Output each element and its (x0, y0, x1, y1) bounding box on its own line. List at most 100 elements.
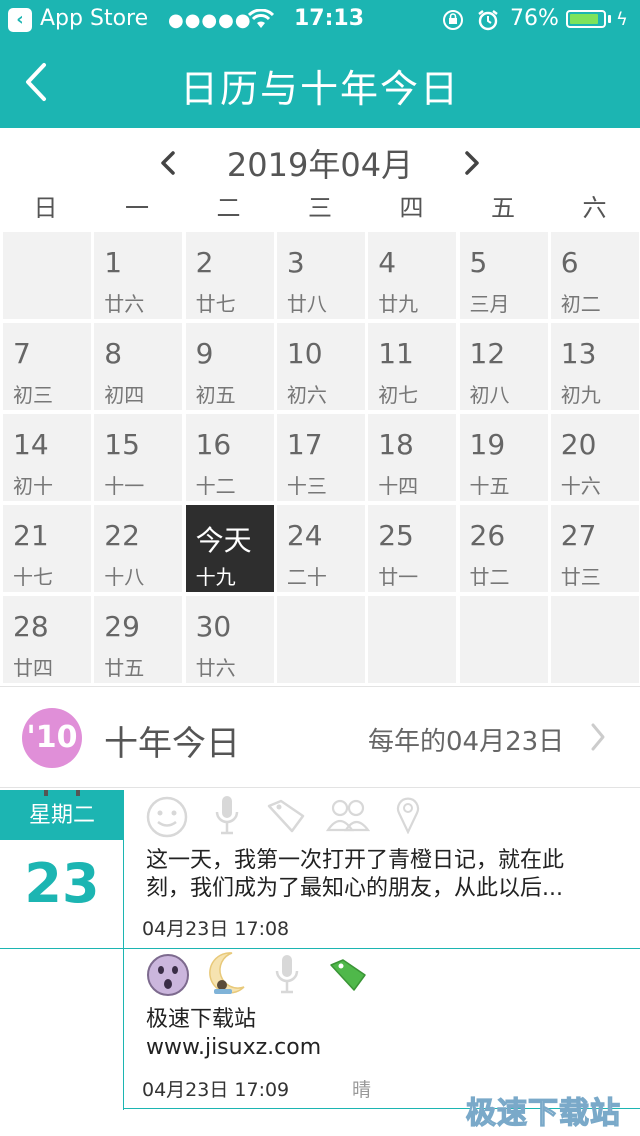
lunar-date-label: 十六 (560, 474, 601, 498)
entry-text-line: 极速下载站 (146, 1007, 257, 1032)
alarm-icon (478, 10, 498, 31)
calendar-day[interactable]: 6 初二 (550, 232, 639, 319)
wifi-icon (248, 9, 274, 28)
calendar-day[interactable]: 20 十六 (550, 414, 639, 501)
calendar-day[interactable]: 10 初六 (276, 323, 365, 410)
calendar-day[interactable]: 5 三月 (459, 232, 548, 319)
calendar-day[interactable]: 9 初五 (185, 323, 274, 410)
day-number-label: 16 (195, 428, 232, 461)
page-title: 日历与十年今日 (179, 67, 460, 111)
lunar-date-label: 廿六 (104, 292, 145, 316)
day-number-label: 14 (13, 428, 49, 461)
lunar-date-label: 十三 (286, 474, 327, 498)
calendar-day[interactable]: 11 初七 (368, 323, 457, 410)
calendar-day-today[interactable]: 今天 十九 (185, 505, 274, 592)
day-number-label: 5 (469, 246, 488, 279)
day-number-label: 24 (286, 519, 323, 552)
mood-surprised-icon[interactable] (146, 953, 190, 997)
day-number-label: 10 (286, 337, 323, 370)
people-icon[interactable] (326, 798, 370, 832)
calendar-day[interactable]: 28 廿四 (3, 596, 91, 683)
calendar-day[interactable]: 8 初四 (94, 323, 183, 410)
calendar-empty-cell (368, 596, 457, 683)
calendar-day[interactable]: 21 十七 (3, 505, 91, 592)
calendar-empty-cell (550, 596, 639, 683)
calendar-day[interactable]: 19 十五 (459, 414, 548, 501)
weekday-label: 二 (216, 194, 241, 222)
lunar-date-label: 廿七 (195, 292, 236, 316)
location-pin-icon[interactable] (396, 796, 420, 834)
entry-timestamp: 04月23日 17:08 (142, 918, 290, 940)
binder-ring (76, 790, 80, 796)
diary-entry[interactable]: 极速下载站 www.jisuxz.com 04月23日 17:09 晴 (124, 949, 640, 1107)
day-number-label: 28 (13, 610, 49, 643)
lunar-date-label: 廿一 (378, 565, 419, 589)
lunar-date-label: 初四 (104, 383, 145, 407)
lunar-date-label: 廿九 (378, 292, 419, 316)
calendar-day[interactable]: 7 初三 (3, 323, 91, 410)
calendar-day[interactable]: 29 廿五 (94, 596, 183, 683)
clock-time: 17:13 (294, 6, 365, 31)
microphone-icon[interactable] (214, 794, 240, 836)
ten-years-title[interactable]: 十年今日 (104, 716, 240, 765)
day-number-label: 22 (104, 519, 140, 552)
signal-icon: ●●●●● (168, 10, 252, 31)
weekday-label: 一 (125, 194, 149, 222)
day-number-label: 20 (560, 428, 597, 461)
calendar-day[interactable]: 16 十二 (185, 414, 274, 501)
calendar-day[interactable]: 14 初十 (3, 414, 91, 501)
moon-sleep-icon[interactable] (208, 951, 248, 997)
calendar-day[interactable]: 30 廿六 (185, 596, 274, 683)
tag-green-icon[interactable] (328, 957, 368, 993)
chevron-right-icon[interactable] (588, 722, 608, 752)
tag-icon[interactable] (266, 798, 306, 834)
calendar-day[interactable]: 12 初八 (459, 323, 548, 410)
status-bar: ‹ App Store ●●●●● 17:13 76% ϟ (0, 0, 640, 40)
lunar-date-label: 三月 (469, 292, 510, 316)
calendar-day[interactable]: 3 廿八 (276, 232, 365, 319)
calendar-day[interactable]: 4 廿九 (368, 232, 457, 319)
back-to-app-icon[interactable]: ‹ (8, 8, 32, 32)
mood-smile-icon[interactable] (146, 796, 188, 838)
battery-tip (608, 15, 611, 23)
lunar-date-label: 初八 (469, 383, 510, 407)
day-number-label: 18 (378, 428, 414, 461)
calendar-day[interactable]: 22 十八 (94, 505, 183, 592)
day-number-label: 7 (13, 337, 31, 370)
diary-entry[interactable]: 这一天，我第一次打开了青橙日记，就在此 刻，我们成为了最知心的朋友，从此以后..… (124, 790, 640, 948)
section-divider (0, 686, 640, 687)
entry-timestamp: 04月23日 17:09 (142, 1079, 290, 1101)
lunar-date-label: 十四 (378, 474, 419, 498)
day-number-label: 21 (13, 519, 49, 552)
lunar-date-label: 初九 (560, 383, 601, 407)
next-month-chevron-icon[interactable] (462, 150, 482, 176)
calendar-day[interactable]: 17 十三 (276, 414, 365, 501)
calendar-day[interactable]: 15 十一 (94, 414, 183, 501)
section-divider (0, 787, 640, 788)
weather-label: 晴 (352, 1079, 372, 1101)
watermark-text: 极速下载站 (465, 1095, 621, 1131)
entry-text-line: www.jisuxz.com (146, 1035, 322, 1060)
back-app-label[interactable]: App Store (40, 6, 148, 31)
day-number-label: 3 (286, 246, 305, 279)
day-number-label: 29 (104, 610, 140, 643)
calendar-day[interactable]: 13 初九 (550, 323, 639, 410)
calendar-day[interactable]: 25 廿一 (368, 505, 457, 592)
lunar-date-label: 初六 (286, 383, 327, 407)
day-number-label: 17 (286, 428, 323, 461)
microphone-icon[interactable] (274, 953, 300, 995)
calendar-day[interactable]: 1 廿六 (94, 232, 183, 319)
lunar-date-label: 初二 (560, 292, 601, 316)
ten-years-date-label[interactable]: 每年的04月23日 (368, 721, 564, 758)
day-number-label: 4 (378, 246, 397, 279)
calendar-day[interactable]: 26 廿二 (459, 505, 548, 592)
calendar-day[interactable]: 2 廿七 (185, 232, 274, 319)
lunar-date-label: 廿三 (560, 565, 601, 589)
day-number: 23 (24, 852, 100, 915)
calendar-day[interactable]: 27 廿三 (550, 505, 639, 592)
entry-text-line: 刻，我们成为了最知心的朋友，从此以后... (146, 876, 563, 901)
calendar-day[interactable]: 24 二十 (276, 505, 365, 592)
calendar-day[interactable]: 18 十四 (368, 414, 457, 501)
day-box-bottom-line (0, 948, 124, 949)
day-number-label: 12 (469, 337, 506, 370)
